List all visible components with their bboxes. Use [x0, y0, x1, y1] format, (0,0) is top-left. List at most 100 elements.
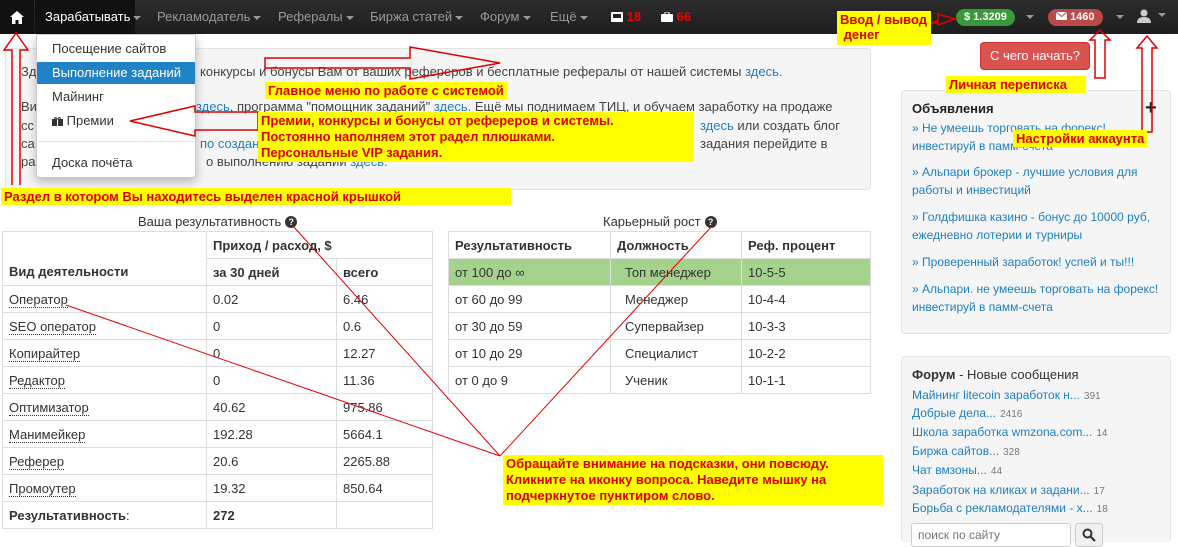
activity-name[interactable]: Реферер: [9, 453, 64, 470]
question-icon[interactable]: ?: [285, 216, 298, 228]
activity-name[interactable]: SEO оператор: [9, 318, 97, 335]
activity-name[interactable]: Редактор: [9, 372, 65, 389]
topic-title[interactable]: Заработок на кликах и задани...: [912, 483, 1090, 497]
perf-title: Ваша результативность?: [138, 214, 298, 229]
mail-count: 1460: [1070, 11, 1095, 23]
career-title-text: Карьерный рост: [603, 214, 701, 229]
well-line-5: ра: [21, 153, 35, 171]
mail-badge[interactable]: 1460: [1048, 9, 1103, 26]
forum-topic[interactable]: Биржа сайтов... 328: [912, 442, 1020, 462]
topic-title[interactable]: Борьба с рекламодателями - х...: [912, 501, 1093, 515]
table-row: от 60 до 99 Менеджер 10-4-4: [448, 285, 871, 313]
menu-site-visits[interactable]: Посещение сайтов: [37, 38, 195, 60]
cell-position: Супервайзер: [610, 312, 742, 340]
forum-panel: Форум - Новые сообщения Майнинг litecoin…: [901, 356, 1171, 542]
forum-topic[interactable]: Борьба с рекламодателями - х... 18: [912, 499, 1108, 519]
menu-prizes-label: Премии: [66, 113, 114, 128]
plus-icon[interactable]: +: [1145, 97, 1157, 120]
total-row: Результативность: 272: [2, 501, 433, 529]
cell-all: 5664.1: [336, 420, 433, 448]
nav-forum-label: Форум: [480, 9, 520, 24]
col-income-group: Приход / расход, $: [206, 231, 433, 259]
well-text: или создать блог: [737, 118, 840, 133]
cell-ref: 10-1-1: [741, 366, 871, 394]
ad-link[interactable]: » Альпари. не умеешь торговать на форекс…: [912, 280, 1162, 316]
forum-topic[interactable]: Заработок на кликах и задани... 17: [912, 481, 1105, 501]
cell-all: 850.64: [336, 474, 433, 502]
activity-name[interactable]: Промоутер: [9, 480, 76, 497]
well-link[interactable]: здесь: [700, 118, 734, 133]
topic-count: 17: [1093, 486, 1105, 497]
well-text: са: [21, 136, 35, 151]
topic-count: 328: [1003, 447, 1020, 458]
forum-topic[interactable]: Школа заработка wmzona.com... 14: [912, 423, 1107, 443]
cell-range: от 60 до 99: [448, 285, 611, 313]
well-link[interactable]: здесь.: [745, 64, 782, 79]
col-performance: Результативность: [448, 231, 611, 259]
cell-30: 0: [206, 312, 337, 340]
activity-name[interactable]: Манимейкер: [9, 426, 86, 443]
nav-messages[interactable]: 18: [611, 0, 641, 34]
cell-range: от 30 до 59: [448, 312, 611, 340]
career-title: Карьерный рост?: [603, 214, 717, 229]
nav-forum[interactable]: Форум: [480, 0, 531, 34]
cell-all: 11.36: [336, 366, 433, 394]
well-link[interactable]: здесь: [196, 99, 230, 114]
activity-name[interactable]: Копирайтер: [9, 345, 81, 362]
balance-badge[interactable]: $ 1.3209: [956, 9, 1015, 26]
table-row: от 10 до 29 Специалист 10-2-2: [448, 339, 871, 367]
nav-advertiser[interactable]: Рекламодатель: [157, 0, 262, 34]
annotation-money: Ввод / вывод денег: [837, 11, 931, 45]
annotation-hints: Обращайте внимание на подсказки, они пов…: [503, 455, 883, 505]
topic-title[interactable]: Чат вмзоны...: [912, 463, 987, 477]
ads-title: Объявления: [912, 101, 994, 116]
ad-link[interactable]: » Альпари брокер - лучшие условия для ра…: [912, 163, 1162, 199]
envelope-icon: [1055, 11, 1068, 20]
activity-name[interactable]: Оптимизатор: [9, 399, 89, 416]
home-button[interactable]: [0, 0, 34, 34]
table-row: от 0 до 9 Ученик 10-1-1: [448, 366, 871, 394]
topic-title[interactable]: Биржа сайтов...: [912, 444, 999, 458]
account-menu[interactable]: [1137, 9, 1166, 26]
search-button[interactable]: [1075, 523, 1103, 547]
well-line-4b: по создани: [200, 135, 267, 153]
menu-mining[interactable]: Майнинг: [37, 86, 195, 108]
user-icon: [1137, 9, 1151, 23]
nav-tasks[interactable]: 66: [661, 0, 691, 34]
cell-ref: 10-3-3: [741, 312, 871, 340]
nav-articles[interactable]: Биржа статей: [370, 0, 464, 34]
ad-link[interactable]: » Голдфишка казино - бонус до 10000 руб,…: [912, 208, 1162, 244]
perf-table: Вид деятельности Приход / расход, $ за 3…: [2, 231, 433, 529]
total-value: 272: [213, 507, 235, 523]
topic-title[interactable]: Школа заработка wmzona.com...: [912, 425, 1092, 439]
menu-tasks[interactable]: Выполнение заданий: [37, 62, 195, 84]
topic-title[interactable]: Добрые дела...: [912, 406, 996, 420]
well-line-2: Ви: [21, 98, 37, 116]
forum-topic[interactable]: Добрые дела... 2416: [912, 404, 1022, 424]
well-link[interactable]: по создани: [200, 136, 267, 151]
table-row: Копирайтер 0 12.27: [2, 339, 433, 367]
well-line-3: сс: [21, 117, 34, 135]
table-row: от 30 до 59 Супервайзер 10-3-3: [448, 312, 871, 340]
forum-subtitle: - Новые сообщения: [959, 367, 1079, 382]
nav-advertiser-label: Рекламодатель: [157, 9, 251, 24]
forum-topic[interactable]: Майнинг litecoin заработок н... 391: [912, 386, 1101, 406]
site-search-input[interactable]: [911, 523, 1071, 547]
career-table: Результативность Должность Реф. процент …: [448, 231, 871, 394]
nav-referrals[interactable]: Рефералы: [278, 0, 354, 34]
annotation-messages: Личная переписка: [946, 76, 1086, 93]
start-button[interactable]: С чего начать?: [980, 42, 1090, 70]
nav-more[interactable]: Ещё: [550, 0, 588, 34]
forum-topic[interactable]: Чат вмзоны... 44: [912, 461, 1002, 481]
activity-name[interactable]: Оператор: [9, 291, 68, 308]
nav-earn[interactable]: Зарабатывать: [35, 0, 142, 34]
arrow-messages: [1088, 28, 1112, 79]
question-icon[interactable]: ?: [704, 216, 717, 228]
cell-range: от 0 до 9: [448, 366, 611, 394]
menu-prizes[interactable]: Премии: [37, 110, 195, 132]
ads-panel: Объявления » Не умеешь торговать на форе…: [901, 90, 1171, 334]
menu-honor-board[interactable]: Доска почёта: [37, 152, 195, 174]
topic-title[interactable]: Майнинг litecoin заработок н...: [912, 388, 1080, 402]
well-line-1b: конкурсы и бонусы Вам от ваших рефереров…: [200, 63, 782, 81]
ad-link[interactable]: » Проверенный заработок! успей и ты!!!: [912, 253, 1162, 271]
